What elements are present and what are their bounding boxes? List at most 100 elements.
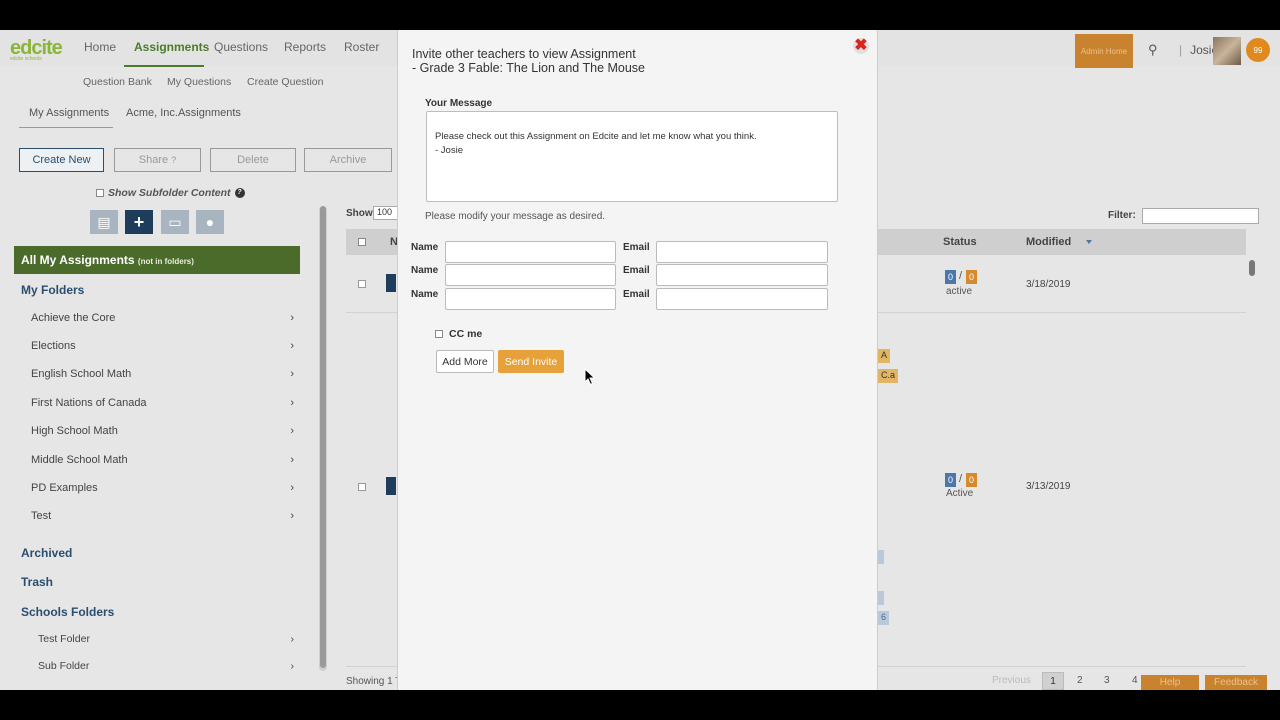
sidebar-folder[interactable]: Achieve the Core ›	[31, 312, 294, 324]
sidebar-folder[interactable]: English School Math ›	[31, 368, 294, 380]
nav-questions[interactable]: Questions	[214, 40, 268, 54]
share-button[interactable]: Share ?	[114, 148, 201, 172]
assignment-type-icon	[386, 274, 396, 292]
pager-page-3[interactable]: 3	[1104, 675, 1110, 686]
window-tool-icon[interactable]: ▭	[161, 210, 189, 234]
sidebar-scroll-thumb[interactable]	[320, 206, 326, 668]
filter-input[interactable]	[1142, 208, 1259, 224]
chevron-right-icon: ›	[290, 312, 294, 324]
mouse-pointer-icon	[584, 368, 596, 386]
subfolder-checkbox[interactable]	[96, 189, 104, 197]
name-input-3[interactable]	[445, 288, 616, 310]
name-input-2[interactable]	[445, 264, 616, 286]
nav-reports[interactable]: Reports	[284, 40, 326, 54]
sidebar-folder[interactable]: Elections ›	[31, 340, 294, 352]
message-hint: Please modify your message as desired.	[425, 211, 606, 222]
subnav-create-question[interactable]: Create Question	[247, 76, 323, 88]
row-checkbox[interactable]	[358, 280, 366, 288]
sidebar-folder[interactable]: PD Examples ›	[31, 482, 294, 494]
pager-page-4[interactable]: 4	[1132, 675, 1138, 686]
help-button[interactable]: Help	[1141, 675, 1199, 690]
all-assignments-label: All My Assignments	[21, 253, 135, 267]
folder-label: Achieve the Core	[31, 312, 116, 324]
subnav-question-bank[interactable]: Question Bank	[83, 76, 152, 88]
pager-page-1[interactable]: 1	[1042, 672, 1064, 690]
nav-assignments[interactable]: Assignments	[134, 40, 209, 54]
standard-tag: A	[878, 349, 891, 363]
status-count-orange: 0	[966, 270, 977, 284]
sidebar-folder[interactable]: Test ›	[31, 510, 294, 522]
email-input-1[interactable]	[656, 241, 828, 263]
table-scroll-thumb[interactable]	[1249, 260, 1255, 276]
nav-roster[interactable]: Roster	[344, 40, 379, 54]
modified-date: 3/13/2019	[1026, 481, 1071, 492]
chevron-right-icon: ›	[290, 633, 295, 645]
column-header-modified[interactable]: Modified	[1026, 236, 1071, 248]
avatar[interactable]	[1213, 37, 1241, 65]
close-icon[interactable]: ✖	[853, 38, 869, 54]
sort-desc-icon[interactable]	[1086, 240, 1092, 244]
nav-home[interactable]: Home	[84, 40, 116, 54]
create-new-button[interactable]: Create New	[19, 148, 104, 172]
pager-previous[interactable]: Previous	[992, 675, 1031, 686]
cc-me-option[interactable]: CC me	[435, 328, 482, 340]
delete-button[interactable]: Delete	[210, 148, 296, 172]
sidebar-all-assignments[interactable]: All My Assignments (not in folders)	[14, 246, 300, 274]
your-message-label: Your Message	[425, 98, 493, 109]
status-count-orange: 0	[966, 473, 977, 487]
school-subfolder[interactable]: Sub Folder ›	[38, 660, 294, 672]
send-invite-button[interactable]: Send Invite	[498, 350, 564, 373]
archived-heading[interactable]: Archived	[21, 546, 72, 560]
column-header-status[interactable]: Status	[943, 236, 977, 248]
schools-folders-heading[interactable]: Schools Folders	[21, 605, 114, 619]
status-text: Active	[946, 488, 974, 499]
show-subfolder-toggle[interactable]: Show Subfolder Content ?	[96, 187, 245, 199]
feedback-button[interactable]: Feedback	[1205, 675, 1267, 690]
question-circle-icon[interactable]: ?	[234, 188, 245, 198]
subnav-my-questions[interactable]: My Questions	[167, 76, 231, 88]
folder-label: Elections	[31, 340, 76, 352]
my-folders-heading[interactable]: My Folders	[21, 283, 84, 297]
sidebar-folder[interactable]: Middle School Math ›	[31, 454, 294, 466]
email-input-2[interactable]	[656, 264, 828, 286]
folder-label: English School Math	[31, 368, 132, 380]
logo-subtitle: edcite schools	[10, 56, 42, 62]
school-subfolder[interactable]: Test Folder ›	[38, 633, 294, 645]
folder-tool-icon[interactable]: ▤	[90, 210, 118, 234]
chevron-right-icon: ›	[290, 454, 294, 466]
trash-heading[interactable]: Trash	[21, 575, 53, 589]
sidebar-folder[interactable]: High School Math ›	[31, 425, 294, 437]
chevron-right-icon: ›	[290, 397, 294, 409]
invite-teachers-modal: Invite other teachers to view Assignment…	[397, 30, 878, 690]
status-text: active	[946, 286, 973, 297]
modal-title-line2: - Grade 3 Fable: The Lion and The Mouse	[412, 61, 646, 75]
status-count-blue: 0	[945, 270, 956, 284]
add-more-button[interactable]: Add More	[436, 350, 494, 373]
row-checkbox[interactable]	[358, 483, 366, 491]
folder-label: Test	[31, 510, 52, 522]
add-folder-icon[interactable]: +	[125, 210, 153, 234]
standard-tag-blue: 6	[878, 611, 890, 625]
admin-home-button[interactable]: Admin Home	[1075, 34, 1133, 68]
sidebar-folder[interactable]: First Nations of Canada ›	[31, 397, 294, 409]
message-textarea[interactable]: Please check out this Assignment on Edci…	[426, 111, 838, 202]
tab-my-assignments[interactable]: My Assignments	[29, 107, 109, 119]
tab-acme-assignments[interactable]: Acme, Inc.Assignments	[126, 107, 241, 119]
nav-active-underline	[124, 65, 204, 67]
search-icon[interactable]: ⚲	[1148, 42, 1162, 57]
show-count-select[interactable]: 100	[373, 206, 399, 220]
select-all-checkbox[interactable]	[358, 238, 366, 246]
archive-button[interactable]: Archive	[304, 148, 392, 172]
cc-me-label: CC me	[449, 328, 483, 340]
folder-label: Middle School Math	[31, 454, 128, 466]
standard-tag: C.a	[878, 369, 899, 383]
name-label: Name	[411, 265, 439, 276]
pager-page-2[interactable]: 2	[1077, 675, 1083, 686]
email-input-3[interactable]	[656, 288, 828, 310]
name-input-1[interactable]	[445, 241, 616, 263]
folder-label: PD Examples	[31, 482, 98, 494]
notification-bell-icon[interactable]: 99	[1246, 38, 1270, 62]
cc-me-checkbox[interactable]	[435, 330, 443, 338]
user-tool-icon[interactable]: ●	[196, 210, 224, 234]
chevron-right-icon: ›	[290, 660, 295, 672]
